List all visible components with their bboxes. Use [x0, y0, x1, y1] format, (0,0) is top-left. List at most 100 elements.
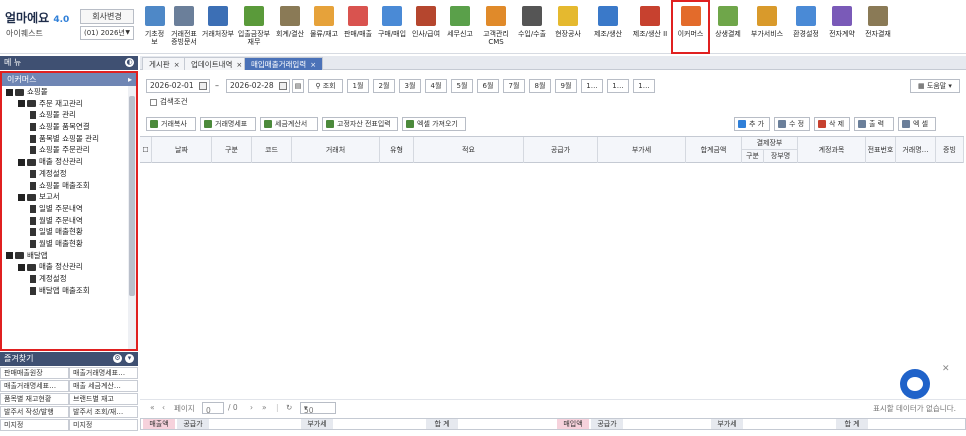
action-button-3[interactable]: 고정자산 전표입력	[322, 117, 398, 131]
tree-item[interactable]: 월별 매출현황	[2, 238, 127, 250]
toolbar-item-10[interactable]: 고객관리 CMS	[477, 0, 515, 54]
grid-body[interactable]	[140, 164, 964, 397]
expand-toggle-icon[interactable]	[18, 263, 25, 271]
toolbar-item-1[interactable]: 거래전표 증빙문서	[167, 0, 201, 54]
quick-menu-item[interactable]: 브랜드별 재고	[69, 393, 138, 405]
toolbar-item-7[interactable]: 구매/매입	[375, 0, 409, 54]
next-page-icon[interactable]: ›	[250, 403, 253, 412]
grid-header-cell[interactable]: 유형	[380, 137, 414, 163]
action-button-4[interactable]: 엑셀 가져오기	[402, 117, 466, 131]
tree-item[interactable]: 매출 정산관리	[2, 156, 127, 168]
toolbar-item-20[interactable]: 전자결재	[860, 0, 896, 54]
toolbar-item-4[interactable]: 회계/결산	[273, 0, 307, 54]
grid-header-cell[interactable]: 구분	[212, 137, 252, 163]
month-button[interactable]: 3월	[399, 79, 421, 93]
month-button[interactable]: 1…	[633, 79, 655, 93]
toolbar-item-12[interactable]: 현장공사	[549, 0, 587, 54]
list-icon[interactable]: ▤	[292, 79, 304, 93]
page-input[interactable]: 0	[202, 402, 224, 415]
grid-header-cell[interactable]: 공급가	[524, 137, 598, 163]
quick-menu-item[interactable]: 매출거래명세표…	[0, 380, 69, 392]
toolbar-item-11[interactable]: 수입/수출	[515, 0, 549, 54]
grid-header-cell[interactable]: 합계금액	[686, 137, 742, 163]
tree-item[interactable]: 보고서	[2, 191, 127, 203]
close-icon[interactable]: ×	[236, 61, 242, 69]
expand-toggle-icon[interactable]	[6, 88, 13, 96]
search-button[interactable]: ⚲ 조회	[308, 79, 343, 93]
scrollbar-thumb[interactable]	[129, 96, 135, 296]
rows-per-page-select[interactable]: 50 ▾	[300, 402, 336, 415]
toolbar-item-14[interactable]: 제조/생산 II	[629, 0, 671, 54]
date-from-input[interactable]: 2026-02-01	[146, 79, 210, 93]
quick-menu-item[interactable]: 품목별 재고현황	[0, 393, 69, 405]
month-button[interactable]: 7월	[503, 79, 525, 93]
action-button-1[interactable]: 거래명세표	[200, 117, 256, 131]
tree-item[interactable]: 일별 매출현황	[2, 226, 127, 238]
month-button[interactable]: 8월	[529, 79, 551, 93]
toolbar-item-15[interactable]: 이커머스	[671, 0, 710, 54]
grid-header-cell[interactable]: 전표번호	[866, 137, 896, 163]
month-button[interactable]: 1…	[607, 79, 629, 93]
month-button[interactable]: 1월	[347, 79, 369, 93]
expand-toggle-icon[interactable]	[18, 100, 25, 108]
first-page-icon[interactable]: «	[150, 403, 155, 412]
toolbar-item-9[interactable]: 세무신고	[443, 0, 477, 54]
collapse-menu-icon[interactable]: ◐	[125, 58, 134, 67]
month-button[interactable]: 2월	[373, 79, 395, 93]
tree-item[interactable]: 쇼핑몰 주문관리	[2, 144, 127, 156]
grid-header-cell[interactable]: 날짜	[152, 137, 212, 163]
tree-item[interactable]: 계정설정	[2, 273, 127, 285]
tree-section-title[interactable]: 이커머스 ▸	[2, 73, 136, 86]
quick-menu-item[interactable]: 매출거래명세표…	[69, 367, 138, 379]
date-to-input[interactable]: 2026-02-28	[226, 79, 290, 93]
month-button[interactable]: 1…	[581, 79, 603, 93]
toolbar-item-19[interactable]: 전자계약	[824, 0, 860, 54]
action-button-0[interactable]: 거래복사	[146, 117, 196, 131]
toolbar-item-8[interactable]: 인사/급여	[409, 0, 443, 54]
action-right-button-2[interactable]: 삭 제	[814, 117, 850, 131]
tab-1[interactable]: 업데이트내역 ×	[184, 57, 250, 70]
tree-item[interactable]: 배달앱	[2, 250, 127, 262]
grid-header-cell[interactable]: 증빙	[936, 137, 964, 163]
toolbar-item-16[interactable]: 상생결제	[710, 0, 746, 54]
toolbar-item-13[interactable]: 제조/생산	[587, 0, 629, 54]
month-button[interactable]: 6월	[477, 79, 499, 93]
calendar-icon[interactable]	[279, 82, 287, 90]
grid-subheader-cell[interactable]: 장부명	[764, 150, 798, 163]
select-all-cell[interactable]: ☐	[140, 137, 152, 163]
tree-item[interactable]: 월별 주문내역	[2, 215, 127, 227]
quick-menu-item[interactable]: 발주서 작성/발행	[0, 406, 69, 418]
quick-menu-item[interactable]: 매출 세금계산…	[69, 380, 138, 392]
toolbar-item-2[interactable]: 거래처장부	[201, 0, 235, 54]
tree-item[interactable]: 쇼핑몰	[2, 86, 127, 98]
grid-subheader-cell[interactable]: 구분	[742, 150, 764, 163]
toolbar-item-17[interactable]: 부가서비스	[746, 0, 788, 54]
tab-0[interactable]: 게시판 ×	[142, 57, 187, 70]
quick-menu-item[interactable]: 발주서 조회/재…	[69, 406, 138, 418]
close-icon[interactable]: ✕	[942, 364, 950, 374]
toolbar-item-0[interactable]: 기초정보	[142, 0, 167, 54]
tree-item[interactable]: 일별 주문내역	[2, 203, 127, 215]
tree-item[interactable]: 배달앱 매출조회	[2, 285, 127, 297]
tree-item[interactable]: 쇼핑몰 매출조회	[2, 180, 127, 192]
close-icon[interactable]: ×	[174, 61, 180, 69]
month-button[interactable]: 9월	[555, 79, 577, 93]
tree-item[interactable]: 품목별 쇼핑몰 관리	[2, 133, 127, 145]
close-icon[interactable]: ×	[310, 61, 316, 69]
calendar-icon[interactable]	[199, 82, 207, 90]
refresh-icon[interactable]: ↻	[286, 403, 292, 412]
toolbar-item-6[interactable]: 판매/매출	[341, 0, 375, 54]
toolbar-item-5[interactable]: 물류/재고	[307, 0, 341, 54]
tree-item[interactable]: 주문 재고관리	[2, 98, 127, 110]
grid-header-cell[interactable]: 적요	[414, 137, 524, 163]
change-company-button[interactable]: 회사변경	[80, 9, 134, 24]
checkbox[interactable]: ☐	[142, 146, 148, 154]
expand-toggle-icon[interactable]	[18, 193, 25, 201]
tree-item[interactable]: 매출 정산관리	[2, 261, 127, 273]
quick-menu-item[interactable]: 미지정	[69, 419, 138, 431]
chatbot-button[interactable]	[900, 369, 930, 399]
checkbox[interactable]	[150, 98, 157, 106]
tree-item[interactable]: 쇼핑몰 품목연결	[2, 121, 127, 133]
tree-item[interactable]: 계정설정	[2, 168, 127, 180]
tree-item[interactable]: 쇼핑몰 관리	[2, 109, 127, 121]
